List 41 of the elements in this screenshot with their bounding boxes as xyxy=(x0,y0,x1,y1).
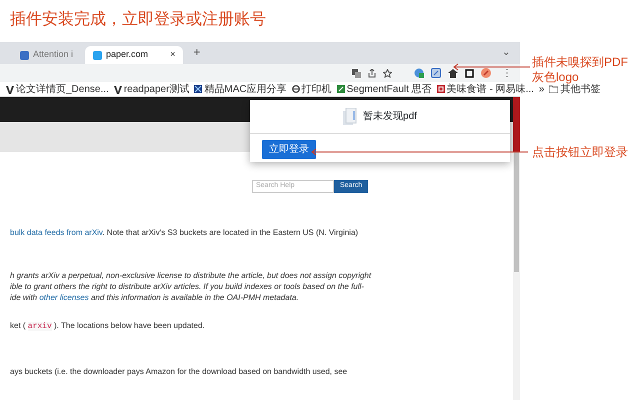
v-logo-icon xyxy=(114,84,122,94)
extension-icon xyxy=(481,68,491,78)
text-line: ket ( arxiv ). The locations below have been updated. xyxy=(9,320,206,332)
text-link[interactable]: other licenses xyxy=(39,293,89,302)
page-edge-bar xyxy=(513,97,520,152)
v-logo-icon xyxy=(6,84,14,94)
sf-logo-icon xyxy=(336,84,345,94)
text-link[interactable]: bulk data feeds from arXiv xyxy=(10,228,102,237)
square-icon xyxy=(465,68,474,78)
text-line: ible to grant others the right to distribute arXiv articles. If you build indexes or tools based on the full- xyxy=(9,281,365,292)
text-line: h grants arXiv a perpetual, non-exclusive license to distribute the article, but does not assign copyright xyxy=(9,270,372,281)
annotation-text: 插件未嗅探到PDF 灰色logo xyxy=(532,55,628,84)
status-text: 暂未发现pdf xyxy=(363,110,417,124)
bookmark-link[interactable]: 美味食谱 - 网易味... xyxy=(446,82,534,96)
bookmark-link[interactable]: 打印机 xyxy=(302,82,332,96)
new-tab-icon[interactable]: + xyxy=(193,43,200,61)
bookmark-link[interactable]: 精品MAC应用分享 xyxy=(204,82,287,96)
more-bookmarks-icon[interactable]: » xyxy=(538,82,544,96)
bookmark-link[interactable]: readpaper测试 xyxy=(124,82,190,96)
house-icon xyxy=(448,68,458,78)
browser-tab[interactable]: Attention i xyxy=(12,46,82,64)
text-line: ide with other licenses and this information is available in the OAI-PMH metadata. xyxy=(9,292,300,303)
globe-icon xyxy=(414,68,424,78)
bookmark-link[interactable]: 论文详情页_Dense... xyxy=(16,82,109,96)
close-tab-icon[interactable]: × xyxy=(170,48,176,62)
share-icon xyxy=(368,68,376,78)
annotation-text: 点击按钮立即登录 xyxy=(532,145,628,160)
square-logo-icon xyxy=(194,84,202,94)
heading: 插件安装完成，立即登录或注册账号 xyxy=(9,10,267,30)
star-icon xyxy=(383,68,392,78)
tab-menu-icon[interactable]: ⌄ xyxy=(502,45,510,60)
login-button[interactable]: 立即登录 xyxy=(262,140,316,159)
text-line: ays buckets (i.e. the downloader pays Amazon for the download based on bandwidth used, see xyxy=(9,366,348,377)
globe-icon xyxy=(292,84,300,94)
folder-icon xyxy=(549,85,558,93)
browser-tab[interactable]: paper.com × xyxy=(85,46,184,64)
extension-logo-icon xyxy=(431,68,441,78)
more-menu-icon[interactable]: ⋮ xyxy=(502,66,512,80)
square-logo-icon xyxy=(436,84,445,94)
text-line: bulk data feeds from arXiv. Note that arXiv's S3 buckets are located in the Eastern US (N. Virginia) xyxy=(9,227,360,238)
bookmark-link[interactable]: SegmentFault 思否 xyxy=(346,82,432,96)
